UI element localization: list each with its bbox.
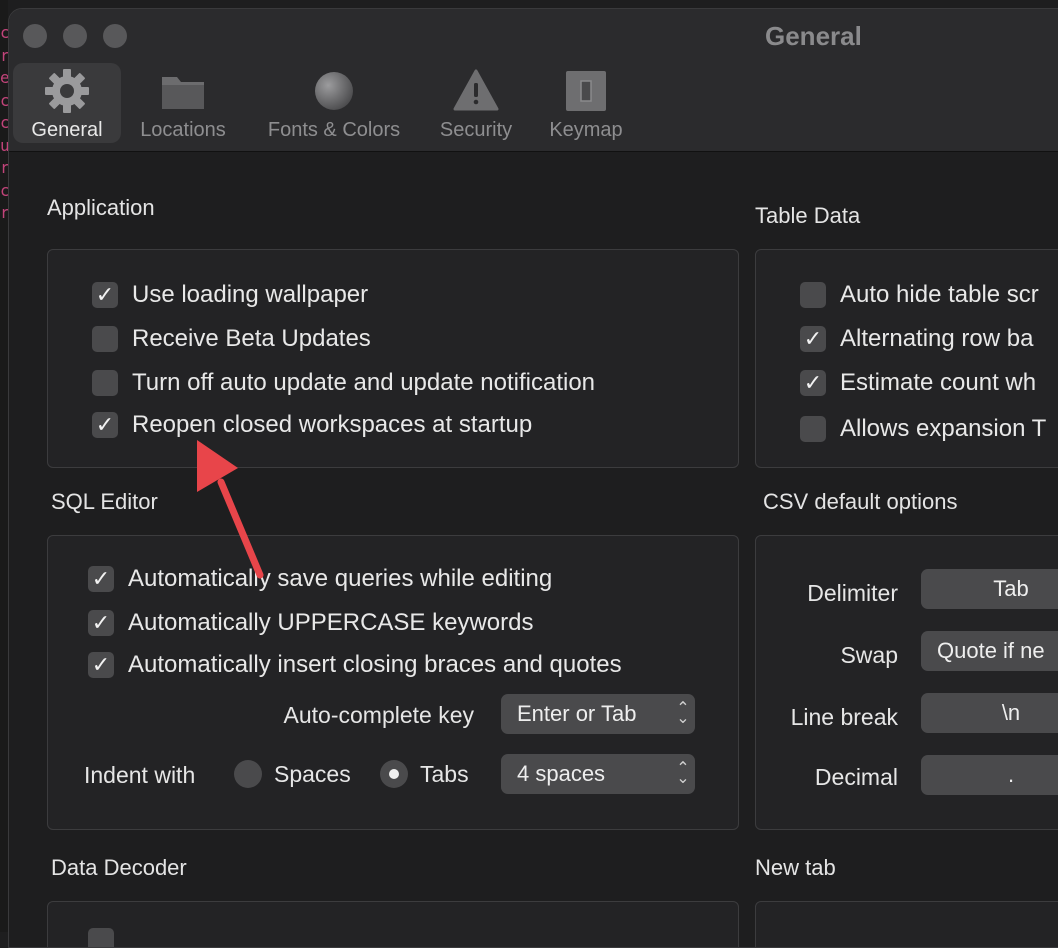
folder-icon (159, 67, 207, 120)
switch-icon (562, 67, 610, 120)
option-use-loading-wallpaper[interactable]: ✓ Use loading wallpaper (92, 280, 368, 310)
application-section-title: Application (47, 195, 155, 220)
minimize-window-button[interactable] (63, 24, 87, 48)
checkbox-checked[interactable]: ✓ (800, 326, 826, 352)
option-allows-expansion[interactable]: Allows expansion T (800, 414, 1046, 444)
indent-size-select[interactable]: 4 spaces ⌃ ⌄ (501, 754, 695, 794)
window-title: General (765, 21, 862, 51)
autocomplete-key-select[interactable]: Enter or Tab ⌃ ⌄ (501, 694, 695, 734)
indent-tabs-label: Tabs (420, 760, 469, 787)
option-label: Automatically save queries while editing (128, 565, 553, 592)
data-decoder-panel (47, 901, 739, 947)
checkbox-checked[interactable]: ✓ (800, 370, 826, 396)
decimal-value: . (1007, 762, 1015, 787)
indent-size-value: 4 spaces (517, 761, 606, 786)
decimal-select[interactable]: . (921, 755, 1058, 795)
delimiter-value: Tab (993, 576, 1029, 601)
option-receive-beta-updates[interactable]: Receive Beta Updates (92, 324, 371, 354)
autocomplete-key-label: Auto-complete key (283, 702, 474, 728)
tab-fonts-colors-label: Fonts & Colors (267, 119, 401, 141)
checkbox-checked[interactable]: ✓ (92, 412, 118, 438)
option-label: Use loading wallpaper (132, 281, 369, 308)
tab-keymap-label: Keymap (549, 119, 623, 141)
tab-general[interactable]: General (13, 63, 121, 143)
preferences-window: General General Locations Fonts & Colors… (8, 8, 1058, 948)
option-label: Alternating row ba (840, 325, 1034, 352)
autocomplete-key-value: Enter or Tab (517, 701, 637, 726)
checkbox-unchecked[interactable] (800, 282, 826, 308)
csv-panel: Delimiter Tab Swap Quote if ne Line brea… (755, 535, 1058, 830)
option-label: Automatically insert closing braces and … (128, 651, 622, 678)
checkbox-checked[interactable]: ✓ (88, 610, 114, 636)
warning-icon (452, 67, 500, 120)
sql-editor-panel: ✓ Automatically save queries while editi… (47, 535, 739, 830)
radio-selected[interactable] (380, 760, 408, 788)
indent-spaces-label: Spaces (274, 760, 351, 787)
background-code-fragment: creccurcr (0, 23, 8, 222)
indent-with-label: Indent with (84, 762, 196, 788)
option-label: Receive Beta Updates (132, 325, 371, 352)
checkbox-checked[interactable]: ✓ (92, 282, 118, 308)
option-alternating-row-background[interactable]: ✓ Alternating row ba (800, 324, 1033, 354)
application-panel: ✓ Use loading wallpaper Receive Beta Upd… (47, 249, 739, 468)
option-label: Automatically UPPERCASE keywords (128, 609, 534, 636)
option-auto-hide-table-scroll[interactable]: Auto hide table scr (800, 280, 1039, 310)
option-label: Estimate count wh (840, 369, 1037, 396)
decimal-label: Decimal (814, 764, 898, 790)
checkbox-checked[interactable]: ✓ (88, 652, 114, 678)
option-turn-off-auto-update[interactable]: Turn off auto update and update notifica… (92, 368, 595, 398)
option-label: Allows expansion T (840, 415, 1047, 442)
zoom-window-button[interactable] (103, 24, 127, 48)
swap-value: Quote if ne (937, 638, 1045, 663)
new-tab-section-title: New tab (755, 855, 836, 880)
line-break-select[interactable]: \n (921, 693, 1058, 733)
tab-keymap[interactable]: Keymap (541, 63, 631, 143)
swap-label: Swap (840, 642, 898, 668)
table-data-panel: Auto hide table scr ✓ Alternating row ba… (755, 249, 1058, 468)
option-label: Reopen closed workspaces at startup (132, 411, 533, 438)
delimiter-select[interactable]: Tab (921, 569, 1058, 609)
option-auto-save-queries[interactable]: ✓ Automatically save queries while editi… (88, 564, 552, 594)
option-reopen-closed-workspaces[interactable]: ✓ Reopen closed workspaces at startup (92, 410, 532, 440)
radio-unselected[interactable] (234, 760, 262, 788)
delimiter-label: Delimiter (807, 580, 898, 606)
checkbox-unchecked[interactable] (92, 326, 118, 352)
new-tab-panel (755, 901, 1058, 947)
option-estimate-count[interactable]: ✓ Estimate count wh (800, 368, 1036, 398)
sphere-icon (310, 67, 358, 120)
option-label: Turn off auto update and update notifica… (132, 369, 596, 396)
indent-tabs-radio[interactable]: Tabs (380, 760, 469, 788)
updown-chevron-icon: ⌃ ⌄ (676, 700, 690, 727)
checkbox-unchecked[interactable] (88, 928, 114, 947)
checkbox-checked[interactable]: ✓ (88, 566, 114, 592)
table-data-section-title: Table Data (755, 203, 861, 228)
option-label: Auto hide table scr (840, 281, 1039, 308)
tab-fonts-colors[interactable]: Fonts & Colors (259, 63, 409, 143)
tab-security-label: Security (439, 119, 513, 141)
checkbox-unchecked[interactable] (92, 370, 118, 396)
line-break-label: Line break (790, 704, 898, 730)
gear-icon (43, 67, 91, 120)
tab-locations-label: Locations (140, 119, 226, 141)
toolbar: General General Locations Fonts & Colors… (9, 9, 1058, 152)
close-window-button[interactable] (23, 24, 47, 48)
csv-section-title: CSV default options (763, 489, 958, 514)
option-insert-closing-braces[interactable]: ✓ Automatically insert closing braces an… (88, 650, 622, 680)
swap-select[interactable]: Quote if ne (921, 631, 1058, 671)
tab-general-label: General (31, 119, 103, 141)
tab-locations[interactable]: Locations (133, 63, 233, 143)
option-uppercase-keywords[interactable]: ✓ Automatically UPPERCASE keywords (88, 608, 533, 638)
background-app-edge: creccurcr (0, 0, 8, 932)
tab-security[interactable]: Security (429, 63, 523, 143)
line-break-value: \n (1001, 700, 1021, 725)
indent-spaces-radio[interactable]: Spaces (234, 760, 351, 788)
updown-chevron-icon: ⌃ ⌄ (676, 760, 690, 787)
data-decoder-section-title: Data Decoder (51, 855, 187, 880)
sql-editor-section-title: SQL Editor (51, 489, 158, 514)
checkbox-unchecked[interactable] (800, 416, 826, 442)
